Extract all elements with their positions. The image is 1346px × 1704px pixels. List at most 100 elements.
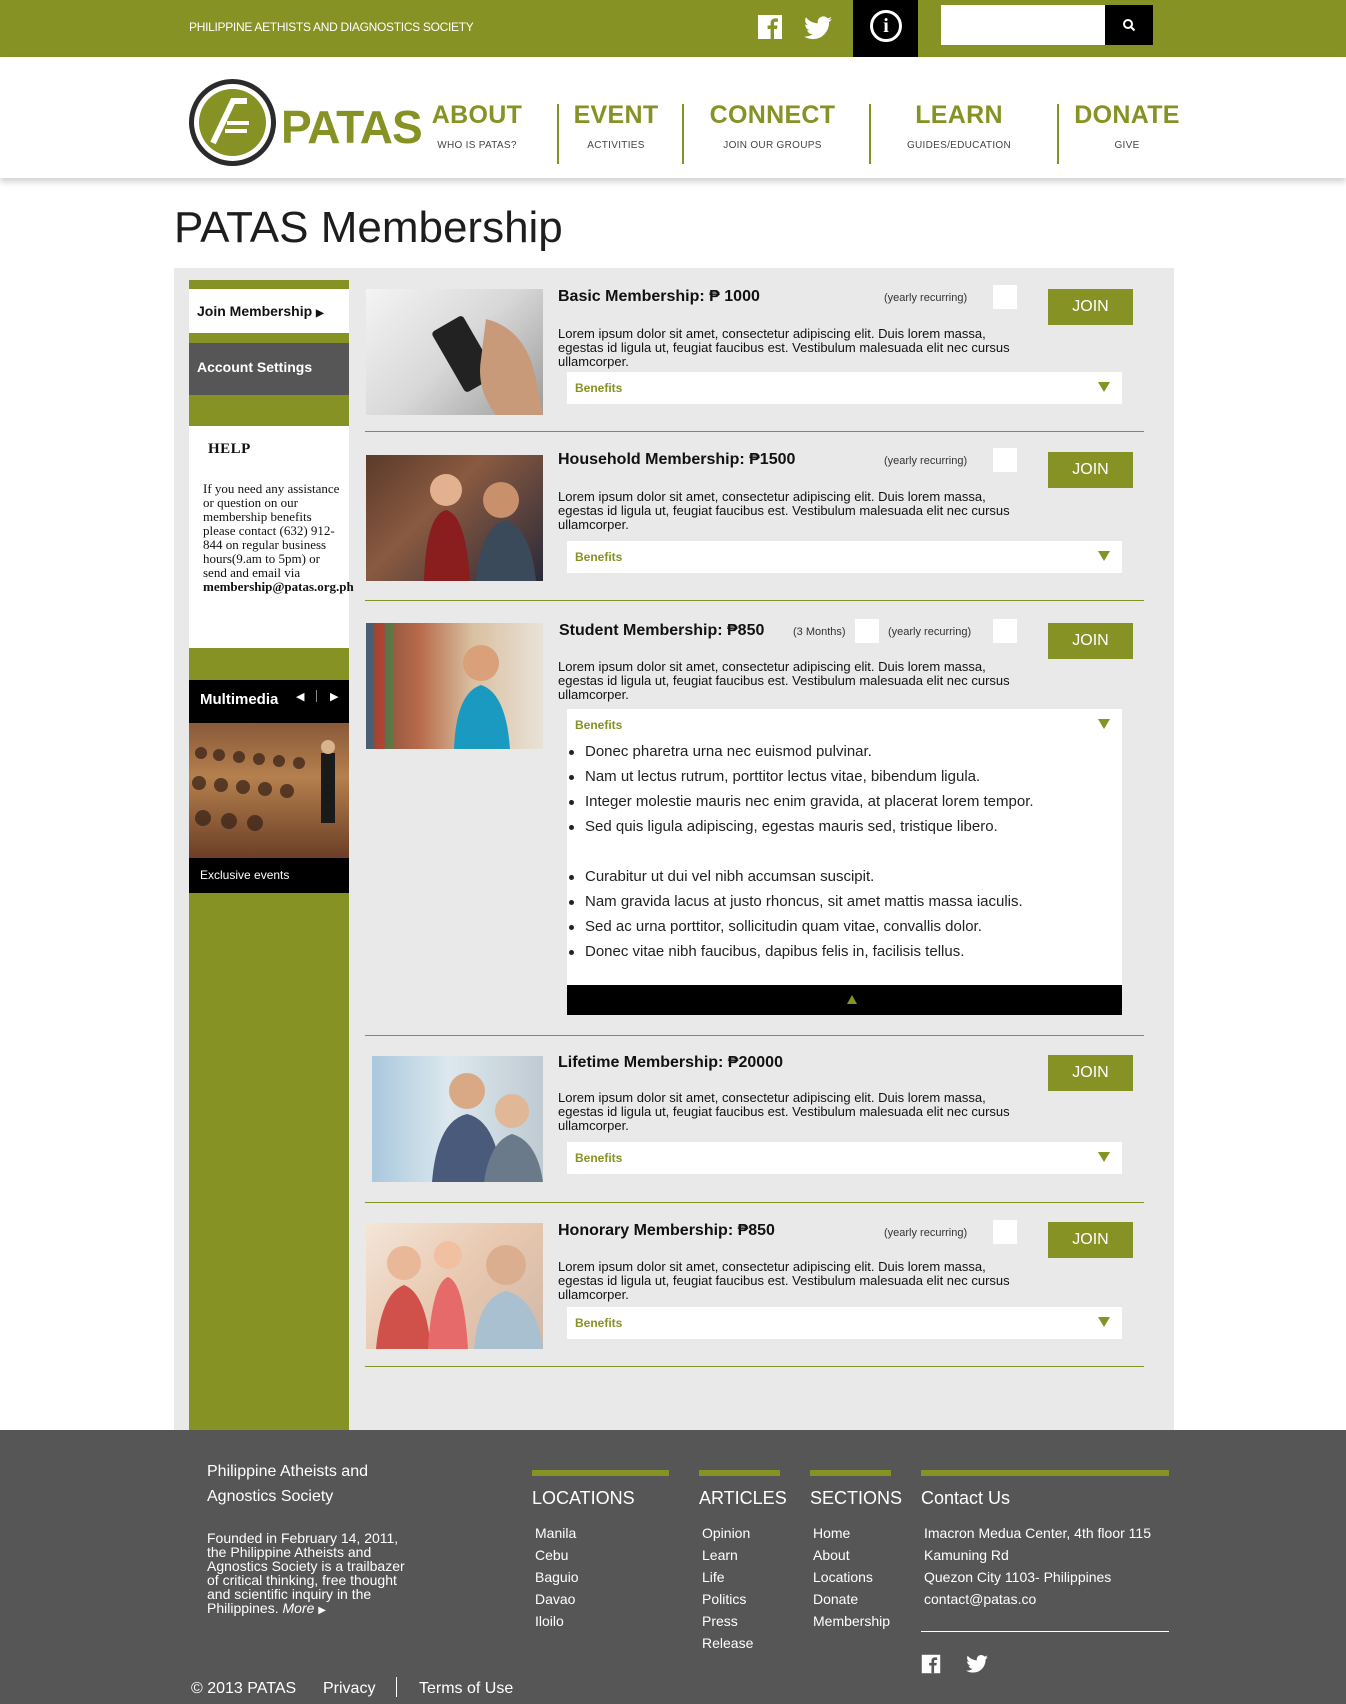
- recurring-label: (yearly recurring): [884, 1227, 968, 1239]
- join-button[interactable]: JOIN: [1048, 623, 1133, 659]
- nav-sublabel: GIVE: [1114, 140, 1140, 151]
- nav-about[interactable]: ABOUT WHO IS PATAS?: [422, 101, 532, 151]
- footer-org-name: Philippine Atheists and Agnostics Societ…: [207, 1463, 368, 1505]
- footer-link[interactable]: Davao: [535, 1588, 579, 1610]
- multimedia-image[interactable]: [189, 723, 349, 858]
- footer-link[interactable]: Baguio: [535, 1566, 579, 1588]
- join-button[interactable]: JOIN: [1048, 1222, 1133, 1258]
- membership-title: Lifetime Membership: ₱20000: [558, 1054, 783, 1071]
- privacy-link[interactable]: Privacy: [323, 1680, 375, 1698]
- footer-link-separator: [396, 1677, 397, 1697]
- multimedia-caption: Exclusive events: [200, 868, 290, 882]
- footer-link[interactable]: Donate: [813, 1588, 890, 1610]
- nav-separator: [682, 104, 684, 164]
- footer-bar: [810, 1470, 891, 1476]
- nav-event[interactable]: EVENT ACTIVITIES: [564, 101, 668, 151]
- list-item: Nam gravida lacus at justo rhoncus, sit …: [567, 892, 1122, 917]
- help-text: If you need any assistance or question o…: [203, 482, 354, 594]
- caret-right-icon: ▶: [316, 308, 324, 319]
- footer-heading-contact: Contact Us: [921, 1488, 1011, 1508]
- footer-link[interactable]: Manila: [535, 1522, 579, 1544]
- divider: [365, 600, 1144, 601]
- nav-separator: [557, 104, 559, 164]
- benefits-toggle[interactable]: Benefits: [567, 1307, 1122, 1339]
- footer-link[interactable]: Politics: [702, 1588, 753, 1610]
- benefits-toggle[interactable]: Benefits: [567, 372, 1122, 404]
- months-checkbox[interactable]: [855, 619, 879, 643]
- next-arrow-icon[interactable]: ▶: [330, 690, 338, 703]
- membership-title: Basic Membership: ₱ 1000: [558, 288, 760, 305]
- list-item: Donec pharetra urna nec euismod pulvinar…: [567, 742, 1122, 767]
- facebook-icon[interactable]: [757, 14, 783, 40]
- join-button[interactable]: JOIN: [1048, 289, 1133, 325]
- collapse-button[interactable]: [567, 985, 1122, 1015]
- nav-learn[interactable]: LEARN GUIDES/EDUCATION: [894, 101, 1024, 151]
- footer-link[interactable]: Locations: [813, 1566, 890, 1588]
- divider: [365, 1366, 1144, 1367]
- benefits-toggle[interactable]: Benefits: [567, 709, 1122, 741]
- info-icon: i: [870, 10, 902, 42]
- footer-link[interactable]: Cebu: [535, 1544, 579, 1566]
- join-button[interactable]: JOIN: [1048, 1055, 1133, 1091]
- footer-link[interactable]: Press: [702, 1610, 753, 1632]
- prev-arrow-icon[interactable]: ◀: [296, 690, 304, 703]
- twitter-icon[interactable]: [966, 1655, 988, 1673]
- contact-email-link[interactable]: contact@patas.co: [924, 1588, 1151, 1610]
- membership-title: Student Membership: ₱850: [559, 622, 765, 639]
- list-item: Curabitur ut dui vel nibh accumsan susci…: [567, 867, 1122, 892]
- basic-membership-image: [366, 289, 543, 415]
- chevron-down-icon: [1098, 382, 1110, 392]
- recurring-checkbox[interactable]: [993, 285, 1017, 309]
- nav-donate[interactable]: DONATE GIVE: [1072, 101, 1182, 151]
- nav-label: LEARN: [915, 101, 1003, 129]
- footer-link[interactable]: Iloilo: [535, 1610, 579, 1632]
- footer-link[interactable]: Membership: [813, 1610, 890, 1632]
- nav-sublabel: GUIDES/EDUCATION: [906, 140, 1012, 151]
- benefits-toggle[interactable]: Benefits: [567, 1142, 1122, 1174]
- sidebar-item-account-settings[interactable]: Account Settings: [189, 343, 349, 395]
- footer-link[interactable]: Life: [702, 1566, 753, 1588]
- terms-link[interactable]: Terms of Use: [419, 1680, 513, 1698]
- recurring-checkbox[interactable]: [993, 1220, 1017, 1244]
- footer-heading-sections: SECTIONS: [810, 1488, 903, 1508]
- divider: [365, 1202, 1144, 1203]
- recurring-checkbox[interactable]: [993, 448, 1017, 472]
- nav-label: EVENT: [573, 101, 659, 129]
- copyright: © 2013 PATAS: [191, 1680, 297, 1697]
- membership-description: Lorem ipsum dolor sit amet, consectetur …: [558, 489, 1010, 532]
- list-item: Donec vitae nibh faucibus, dapibus felis…: [567, 942, 1122, 967]
- help-email-link[interactable]: membership@patas.org.ph: [203, 579, 354, 594]
- benefits-label: Benefits: [575, 550, 623, 564]
- recurring-checkbox[interactable]: [993, 619, 1017, 643]
- footer-link[interactable]: Release: [702, 1632, 753, 1654]
- join-button[interactable]: JOIN: [1048, 452, 1133, 488]
- twitter-icon[interactable]: [804, 16, 832, 40]
- footer-link[interactable]: About: [813, 1544, 890, 1566]
- search-input[interactable]: [941, 5, 1105, 45]
- nav-connect[interactable]: CONNECT JOIN OUR GROUPS: [700, 101, 845, 151]
- org-name: PHILIPPINE AETHISTS AND DIAGNOSTICS SOCI…: [189, 20, 474, 34]
- footer-link[interactable]: Home: [813, 1522, 890, 1544]
- membership-title: Honorary Membership: ₱850: [558, 1222, 775, 1239]
- sidebar-item-join-membership[interactable]: Join Membership ▶: [189, 289, 349, 333]
- list-item: Integer molestie mauris nec enim gravida…: [567, 792, 1122, 817]
- nav-sublabel: JOIN OUR GROUPS: [723, 140, 822, 151]
- contact-line: Kamuning Rd: [924, 1547, 1009, 1563]
- benefits-label: Benefits: [575, 1151, 623, 1165]
- benefits-toggle[interactable]: Benefits: [567, 541, 1122, 573]
- facebook-icon[interactable]: [921, 1654, 941, 1674]
- search-button[interactable]: [1105, 5, 1153, 45]
- multimedia-title: Multimedia: [200, 691, 279, 708]
- footer-link[interactable]: Opinion: [702, 1522, 753, 1544]
- benefits-label: Benefits: [575, 718, 623, 732]
- membership-description: Lorem ipsum dolor sit amet, consectetur …: [558, 659, 1010, 702]
- more-link[interactable]: More: [283, 1600, 315, 1616]
- divider: [365, 431, 1144, 432]
- membership-title: Household Membership: ₱1500: [558, 451, 796, 468]
- footer-link[interactable]: Learn: [702, 1544, 753, 1566]
- membership-description: Lorem ipsum dolor sit amet, consectetur …: [558, 1090, 1010, 1133]
- footer-contact: Imacron Medua Center, 4th floor 115 Kamu…: [924, 1522, 1151, 1610]
- footer-locations: Manila Cebu Baguio Davao Iloilo: [535, 1522, 579, 1632]
- caret-right-icon: ▶: [318, 1605, 326, 1616]
- logo-text: PATAS: [281, 101, 423, 153]
